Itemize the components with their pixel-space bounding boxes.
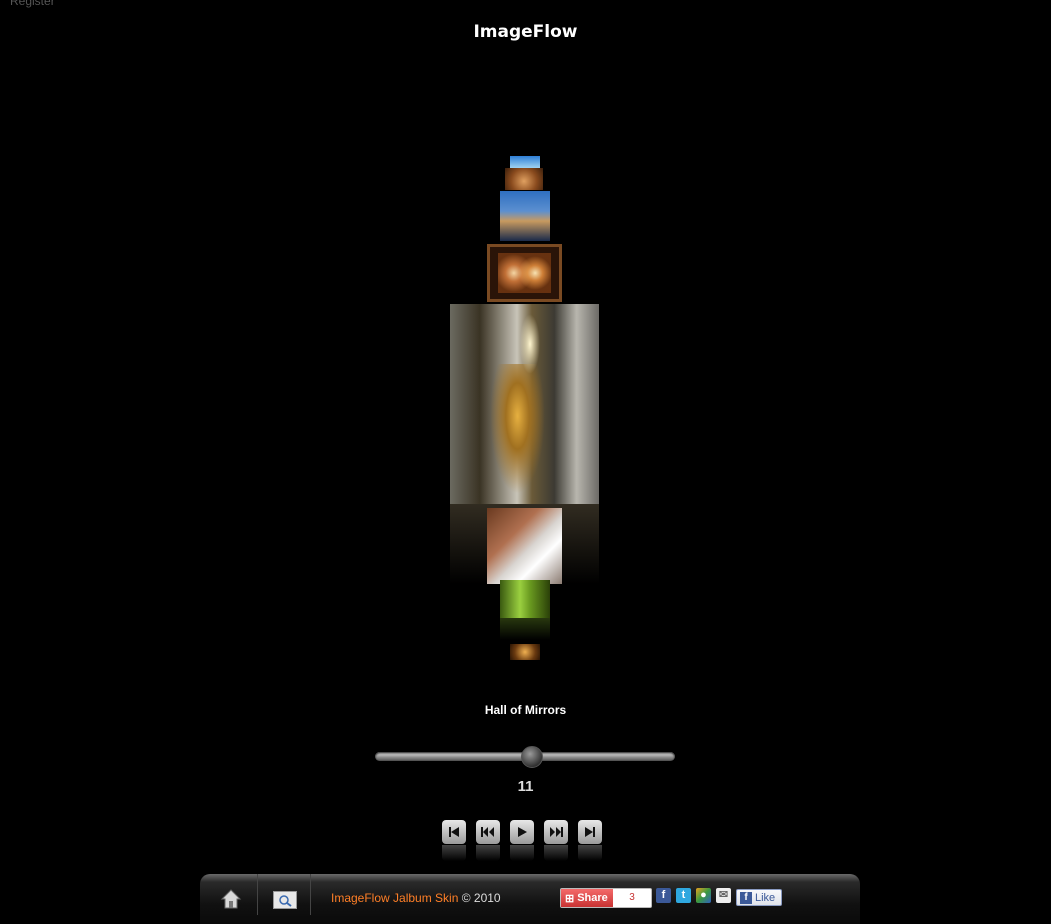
share-label: Share: [577, 892, 608, 904]
hall-of-mirrors-image[interactable]: [450, 304, 599, 504]
page-title: ImageFlow: [473, 22, 578, 42]
previous-button[interactable]: [476, 820, 500, 844]
venice-canal-thumb[interactable]: [500, 191, 550, 241]
first-icon: [449, 827, 459, 837]
share-button[interactable]: ⊞ Share 3: [560, 888, 652, 908]
green-leaves-thumb[interactable]: [500, 580, 550, 618]
image-caption: Hall of Mirrors: [484, 703, 567, 717]
next-button[interactable]: [544, 820, 568, 844]
home-button[interactable]: [220, 888, 242, 910]
jalbum-skin-link[interactable]: ImageFlow Jalbum Skin: [331, 891, 458, 905]
blue-sky-thumb[interactable]: [510, 156, 540, 168]
magnifier-icon: [279, 895, 292, 907]
share-plus-icon: ⊞: [565, 892, 575, 905]
rewind-icon: [481, 827, 494, 837]
facebook-icon[interactable]: f: [656, 888, 671, 903]
credits: ImageFlow Jalbum Skin © 2010: [331, 891, 501, 905]
home-icon: [220, 889, 242, 909]
search-button[interactable]: [273, 891, 297, 909]
masks-window-thumb[interactable]: [487, 244, 562, 302]
first-button-reflection: [442, 845, 466, 861]
first-button[interactable]: [442, 820, 466, 844]
slider-handle[interactable]: [520, 746, 543, 768]
facebook-like-button[interactable]: f Like: [736, 889, 782, 906]
play-button-reflection: [510, 845, 534, 861]
astronomical-clock-thumb[interactable]: [505, 168, 543, 190]
facebook-like-icon: f: [740, 891, 752, 904]
last-button[interactable]: [578, 820, 602, 844]
play-icon: [518, 827, 527, 837]
still-life-thumb[interactable]: [510, 644, 540, 660]
register-link[interactable]: Register: [10, 0, 55, 8]
last-icon: [585, 827, 595, 837]
twitter-icon[interactable]: t: [676, 888, 691, 903]
email-icon[interactable]: ✉: [716, 888, 731, 903]
fast-forward-icon: [550, 827, 563, 837]
last-button-reflection: [578, 845, 602, 861]
play-button[interactable]: [510, 820, 534, 844]
previous-button-reflection: [476, 845, 500, 861]
next-button-reflection: [544, 845, 568, 861]
google-buzz-icon[interactable]: ●: [696, 888, 711, 903]
green-leaves-reflection: [500, 618, 550, 640]
eiffel-tower-thumb[interactable]: [487, 508, 562, 584]
like-label: Like: [755, 891, 776, 904]
share-count: 3: [629, 892, 635, 903]
footer-divider: [257, 874, 258, 915]
image-counter: 11: [517, 778, 534, 795]
copyright-text: © 2010: [461, 891, 501, 905]
footer-divider: [310, 874, 311, 915]
footer-bar: ImageFlow Jalbum Skin © 2010 ⊞ Share 3 f …: [200, 874, 860, 924]
